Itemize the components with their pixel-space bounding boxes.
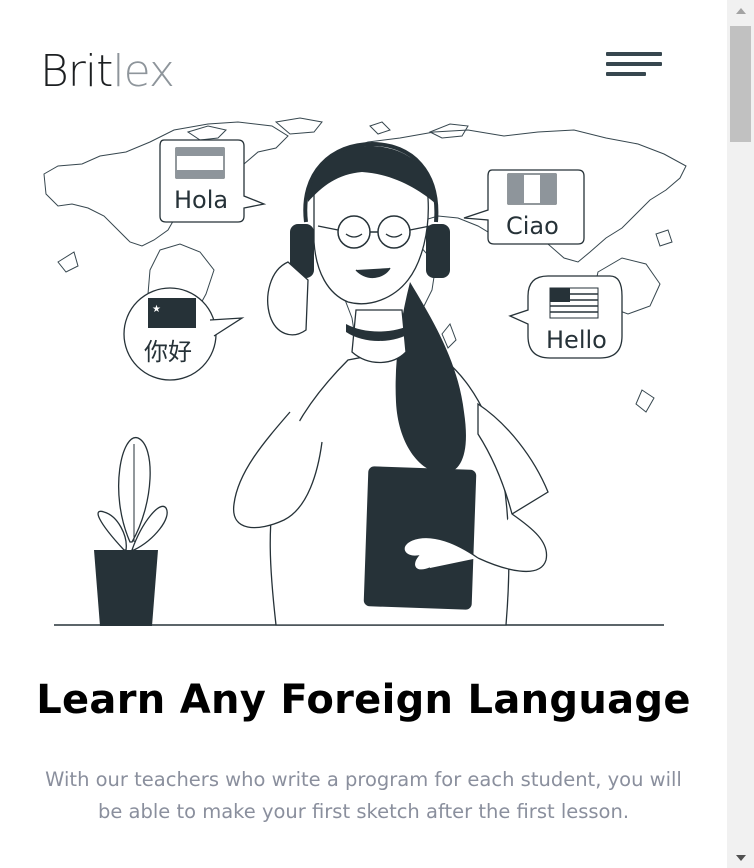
bubble-ciao: Ciao — [463, 169, 585, 245]
page-scrollbar[interactable] — [727, 0, 754, 868]
bubble-nihao: ★ 你好 — [123, 287, 245, 381]
bubble-nihao-text: 你好 — [144, 338, 192, 366]
bubble-hola-text: Hola — [174, 186, 228, 214]
menu-line — [606, 52, 662, 56]
logo-main-text: Brit — [40, 46, 113, 97]
hamburger-menu-icon[interactable] — [604, 50, 664, 82]
logo-accent-text: lex — [112, 46, 175, 97]
menu-line — [606, 72, 646, 76]
hero-description: With our teachers who write a program fo… — [45, 768, 682, 823]
bubble-hola: Hola — [159, 139, 267, 223]
scrollbar-thumb[interactable] — [730, 26, 751, 142]
page: Britlex Hola Ciao ★ 你好 Hello Learn Any F… — [0, 0, 727, 868]
scroll-up-arrow-icon[interactable] — [727, 0, 754, 18]
bubble-hello: Hello — [508, 275, 623, 359]
scroll-down-arrow-icon[interactable] — [727, 850, 754, 868]
svg-text:★: ★ — [152, 304, 161, 315]
bubble-ciao-text: Ciao — [506, 212, 559, 240]
page-headline: Learn Any Foreign Language — [36, 677, 691, 723]
bubble-hello-text: Hello — [546, 326, 607, 354]
headphone-right — [426, 224, 450, 278]
hero-illustration: Hola Ciao ★ 你好 Hello — [38, 112, 690, 632]
plant-illustration — [94, 437, 168, 626]
menu-line — [606, 62, 662, 66]
brand-logo[interactable]: Britlex — [40, 44, 175, 100]
